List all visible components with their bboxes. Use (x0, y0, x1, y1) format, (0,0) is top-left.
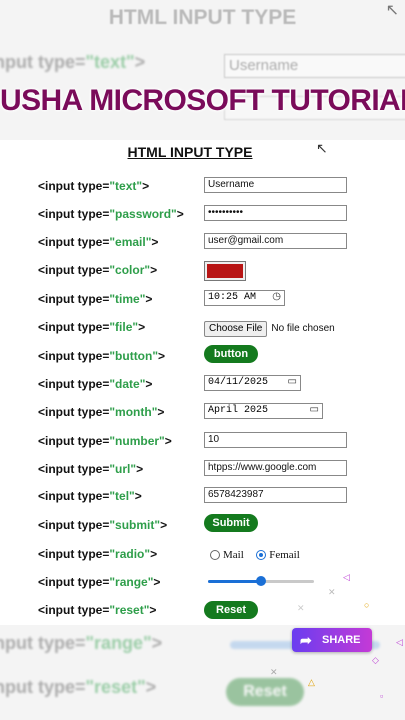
radio-femail[interactable] (256, 549, 267, 560)
time-input[interactable]: 10:25 AM ◷ (204, 290, 285, 306)
tel-input[interactable]: 6578423987 (204, 487, 347, 503)
row-text: <input type="text"> Username (38, 176, 378, 198)
confetti-cross-icon: ✕ (297, 603, 305, 613)
demo-button[interactable]: button (204, 345, 258, 363)
confetti-cross-icon: ✕ (270, 667, 278, 677)
password-input[interactable]: •••••••••• (204, 205, 347, 221)
radio-group: Mail Femail (210, 546, 308, 564)
row-radio: <input type="radio"> Mail Femail (38, 544, 378, 566)
share-arrow-icon: ➦ (300, 632, 312, 648)
text-input[interactable]: Username (204, 177, 347, 193)
row-month: <input type="month"> April 2025 ▭ (38, 402, 378, 424)
submit-button[interactable]: Submit (204, 514, 258, 532)
background-row-reset: nput type="reset"> (0, 677, 157, 697)
calendar-icon: ▭ (309, 405, 319, 416)
row-date: <input type="date"> 04/11/2025 ▭ (38, 374, 378, 396)
confetti-cross-icon: ✕ (328, 587, 336, 597)
range-fill (208, 580, 261, 583)
background-top: HTML INPUT TYPE ↖ nput type="text"> User… (0, 0, 405, 150)
confetti-circle-icon: ○ (364, 600, 370, 610)
row-range: <input type="range"> (38, 572, 378, 594)
background-row-range: nput type="range"> (0, 633, 163, 653)
row-time: <input type="time"> 10:25 AM ◷ (38, 289, 378, 311)
background-row-text: nput type="text"> (0, 52, 146, 72)
row-email: <input type="email"> user@gmail.com (38, 232, 378, 254)
range-thumb[interactable] (256, 576, 266, 586)
row-color: <input type="color"> (38, 260, 378, 282)
choose-file-button[interactable]: Choose File (204, 321, 268, 337)
share-button[interactable]: ➦ SHARE (292, 628, 372, 652)
confetti-square-icon: ◇ (372, 655, 379, 665)
url-input[interactable]: htpps://www.google.com (204, 460, 347, 476)
color-fill (207, 264, 243, 278)
confetti-square-icon: ▫ (380, 691, 384, 701)
file-status: No file chosen (271, 323, 335, 334)
confetti-triangle-icon: ◁ (343, 572, 350, 582)
confetti-triangle-icon: ◁ (396, 637, 403, 647)
row-button: <input type="button"> button (38, 345, 378, 368)
background-title: HTML INPUT TYPE (108, 6, 297, 29)
cursor-icon: ↖ (385, 2, 399, 19)
input-types-card: ↖ HTML INPUT TYPE <input type="text"> Us… (0, 140, 405, 625)
date-input[interactable]: 04/11/2025 ▭ (204, 375, 301, 391)
row-reset: <input type="reset"> Reset (38, 600, 378, 622)
channel-title: USHA MICROSOFT TUTORIAL (0, 84, 405, 117)
background-username-input: Username (224, 54, 405, 78)
row-password: <input type="password"> •••••••••• (38, 204, 378, 226)
email-input[interactable]: user@gmail.com (204, 233, 347, 249)
confetti-triangle-icon: △ (308, 677, 315, 687)
card-title: HTML INPUT TYPE (127, 144, 253, 160)
radio-mail[interactable] (210, 549, 220, 560)
background-reset-button: Reset (226, 678, 304, 706)
row-url: <input type="url"> htpps://www.google.co… (38, 459, 378, 481)
number-input[interactable]: 10 (204, 432, 347, 448)
color-picker[interactable] (204, 261, 246, 281)
reset-button[interactable]: Reset (204, 601, 258, 619)
month-input[interactable]: April 2025 ▭ (204, 403, 323, 419)
row-submit: <input type="submit"> Submit (38, 514, 378, 537)
row-tel: <input type="tel"> 6578423987 (38, 486, 378, 508)
calendar-icon: ▭ (287, 377, 297, 388)
row-number: <input type="number"> 10 (38, 431, 378, 453)
clock-icon: ◷ (272, 292, 281, 303)
range-slider[interactable] (208, 575, 314, 587)
row-file: <input type="file"> Choose File No file c… (38, 317, 378, 339)
